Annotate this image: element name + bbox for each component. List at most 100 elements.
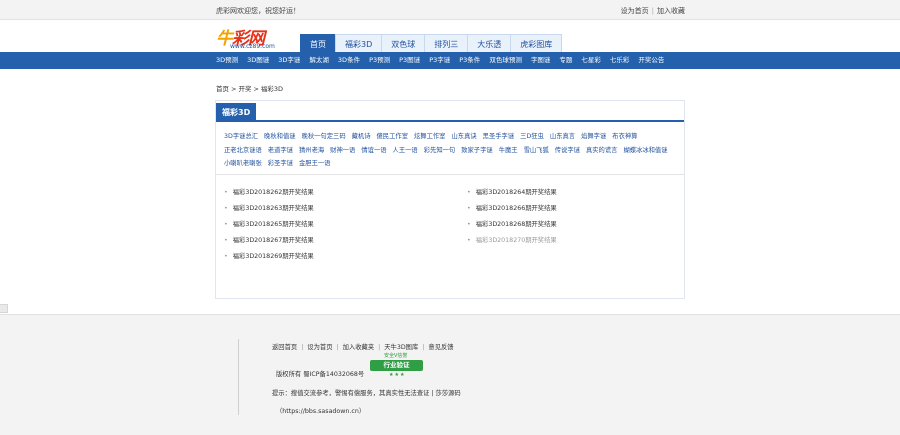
sub-nav-item[interactable]: 开奖公告: [638, 52, 664, 69]
category-link[interactable]: 晚秋和值谜: [264, 130, 295, 144]
result-link-label: 福彩3D2018268期开奖结果: [475, 221, 557, 228]
footer-link[interactable]: 设为首页: [307, 344, 332, 351]
footer-link[interactable]: 意见反馈: [428, 344, 453, 351]
tab-dlt[interactable]: 大乐透: [467, 34, 512, 53]
sub-nav-item[interactable]: 解太湖: [309, 52, 329, 69]
category-link[interactable]: 布衣神算: [612, 130, 637, 144]
sub-nav-item[interactable]: P3字谜: [429, 52, 450, 69]
result-link[interactable]: • 福彩3D2018262期开奖结果: [224, 187, 314, 196]
result-link-label: 福彩3D2018265期开奖结果: [232, 221, 314, 228]
trust-badge-icon[interactable]: 安全V信誉 行业验证 ★★★: [368, 352, 425, 380]
sub-nav-item[interactable]: 3D图谜: [247, 52, 269, 69]
set-home-link[interactable]: 设为首页: [621, 7, 649, 15]
badge-ribbon-text: 行业验证: [370, 360, 423, 371]
category-link[interactable]: 小喇叭老喇张: [224, 157, 262, 171]
category-link[interactable]: 正老北京谜语: [224, 144, 262, 158]
main-nav-tabs: 首页 福彩3D 双色球 排列三 大乐透 虎彩图库: [300, 34, 563, 53]
tab-home[interactable]: 首页: [300, 34, 336, 53]
category-link[interactable]: 金胆王一语: [299, 157, 330, 171]
category-links: 3D字谜总汇 晚秋和值谜 晚秋一句定三码 藏机诗 傻民工作室 炫舞工作室 山东真诀 黑圣手字谜…: [224, 130, 680, 171]
footer-tip: 提示：搜值交流参考，警惕有偿服务，其真实性无法查证 | 莎莎源码: [272, 390, 461, 397]
result-link[interactable]: • 福彩3D2018269期开奖结果: [224, 251, 314, 260]
result-link-label: 福彩3D2018264期开奖结果: [475, 189, 557, 196]
sub-nav-item[interactable]: 专题: [559, 52, 572, 69]
footer-link[interactable]: 返回首页: [272, 344, 297, 351]
footer-divider: [238, 339, 239, 415]
tab-fc3d[interactable]: 福彩3D: [335, 34, 383, 53]
bullet-icon: •: [467, 205, 471, 212]
separator: |: [378, 344, 381, 351]
header: 牛彩网 www.cz89.com 首页 福彩3D 双色球 排列三 大乐透 虎彩图…: [0, 20, 900, 53]
category-link[interactable]: 蝴蝶冰冰和值谜: [623, 144, 667, 158]
footer-site: （https://bbs.sasadown.cn）: [276, 408, 366, 415]
category-link[interactable]: 真实的谎言: [586, 144, 617, 158]
result-link[interactable]: • 福彩3D2018266期开奖结果: [467, 203, 557, 212]
result-link[interactable]: • 福彩3D2018264期开奖结果: [467, 187, 557, 196]
category-link[interactable]: 财神一语: [330, 144, 355, 158]
category-link[interactable]: 3D字谜总汇: [224, 130, 258, 144]
category-link[interactable]: 晚秋一句定三码: [302, 130, 346, 144]
site-logo[interactable]: 牛彩网 www.cz89.com: [216, 24, 292, 50]
footer-link[interactable]: 加入收藏夹: [343, 344, 374, 351]
breadcrumb-separator: >: [231, 85, 237, 93]
breadcrumb-home[interactable]: 首页: [216, 85, 229, 93]
category-link[interactable]: 焰舞字谜: [581, 130, 606, 144]
result-link[interactable]: • 福彩3D2018268期开奖结果: [467, 219, 557, 228]
category-link[interactable]: 傻民工作室: [377, 130, 408, 144]
category-link[interactable]: 情谊一语: [361, 144, 386, 158]
category-link[interactable]: 炫舞工作室: [414, 130, 445, 144]
result-link[interactable]: • 福彩3D2018263期开奖结果: [224, 203, 314, 212]
add-favorite-link[interactable]: 加入收藏: [657, 7, 685, 15]
result-link[interactable]: • 福彩3D2018267期开奖结果: [224, 235, 314, 244]
category-link[interactable]: 人王一语: [393, 144, 418, 158]
result-link[interactable]: • 福彩3D2018265期开奖结果: [224, 219, 314, 228]
footer-link[interactable]: 天牛3D图库: [384, 344, 418, 351]
breadcrumb-lottery[interactable]: 开奖: [238, 85, 251, 93]
bullet-icon: •: [224, 253, 228, 260]
category-link[interactable]: 彩圣字谜: [268, 157, 293, 171]
result-link-label: 福彩3D2018266期开奖结果: [475, 205, 557, 212]
side-toggle-handle[interactable]: [0, 304, 8, 313]
result-link-label: 福彩3D2018267期开奖结果: [232, 237, 314, 244]
sub-nav-item[interactable]: P3预测: [369, 52, 390, 69]
category-link[interactable]: 黑圣手字谜: [483, 130, 514, 144]
result-link-label: 福彩3D2018262期开奖结果: [232, 189, 314, 196]
category-link[interactable]: 藏机诗: [352, 130, 371, 144]
bullet-icon: •: [224, 237, 228, 244]
category-link[interactable]: 传说字谜: [555, 144, 580, 158]
category-link[interactable]: 彩先知一句: [424, 144, 455, 158]
result-link-label: 福彩3D2018269期开奖结果: [232, 253, 314, 260]
footer-links: 返回首页 | 设为首页 | 加入收藏夹 | 天牛3D图库 | 意见反馈: [272, 342, 454, 351]
sub-nav-item[interactable]: 双色球预测: [489, 52, 522, 69]
divider: [216, 174, 684, 175]
top-bar: 虎彩网欢迎您，祝您好运！ 设为首页 | 加入收藏: [0, 0, 900, 20]
result-link[interactable]: • 福彩3D2018270期开奖结果: [467, 235, 557, 244]
sub-nav-item[interactable]: 七乐彩: [610, 52, 630, 69]
category-link[interactable]: 老道字谜: [268, 144, 293, 158]
category-link[interactable]: 雪山飞狐: [524, 144, 549, 158]
sub-nav-item[interactable]: 3D字谜: [278, 52, 300, 69]
sub-nav-item[interactable]: 3D条件: [338, 52, 360, 69]
category-link[interactable]: 猜州老海: [299, 144, 324, 158]
sub-nav-item[interactable]: P3图谜: [399, 52, 420, 69]
sub-nav-item[interactable]: 3D预测: [216, 52, 238, 69]
category-link[interactable]: 山东真诀: [451, 130, 476, 144]
footer: 返回首页 | 设为首页 | 加入收藏夹 | 天牛3D图库 | 意见反馈 版权所有 蜀ICP备14…: [0, 314, 900, 435]
category-link[interactable]: 三D狂虫: [520, 130, 544, 144]
category-link[interactable]: 牛魔王: [499, 144, 518, 158]
result-link-label: 福彩3D2018270期开奖结果: [475, 237, 557, 244]
category-link[interactable]: 致家子字谜: [461, 144, 492, 158]
sub-nav-item[interactable]: 七星彩: [581, 52, 601, 69]
sub-nav-item[interactable]: P3条件: [459, 52, 480, 69]
separator: |: [422, 344, 425, 351]
tab-gallery[interactable]: 虎彩图库: [510, 34, 563, 53]
badge-top-text: 安全V信誉: [384, 353, 408, 359]
tab-ssq[interactable]: 双色球: [381, 34, 426, 53]
tab-pl3[interactable]: 排列三: [424, 34, 469, 53]
category-link[interactable]: 山东真言: [550, 130, 575, 144]
bullet-icon: •: [224, 221, 228, 228]
sub-nav-item[interactable]: 字图谜: [531, 52, 551, 69]
bullet-icon: •: [467, 237, 471, 244]
welcome-text: 虎彩网欢迎您，祝您好运！: [216, 7, 300, 15]
breadcrumb: 首页 > 开奖 > 福彩3D: [216, 83, 283, 93]
